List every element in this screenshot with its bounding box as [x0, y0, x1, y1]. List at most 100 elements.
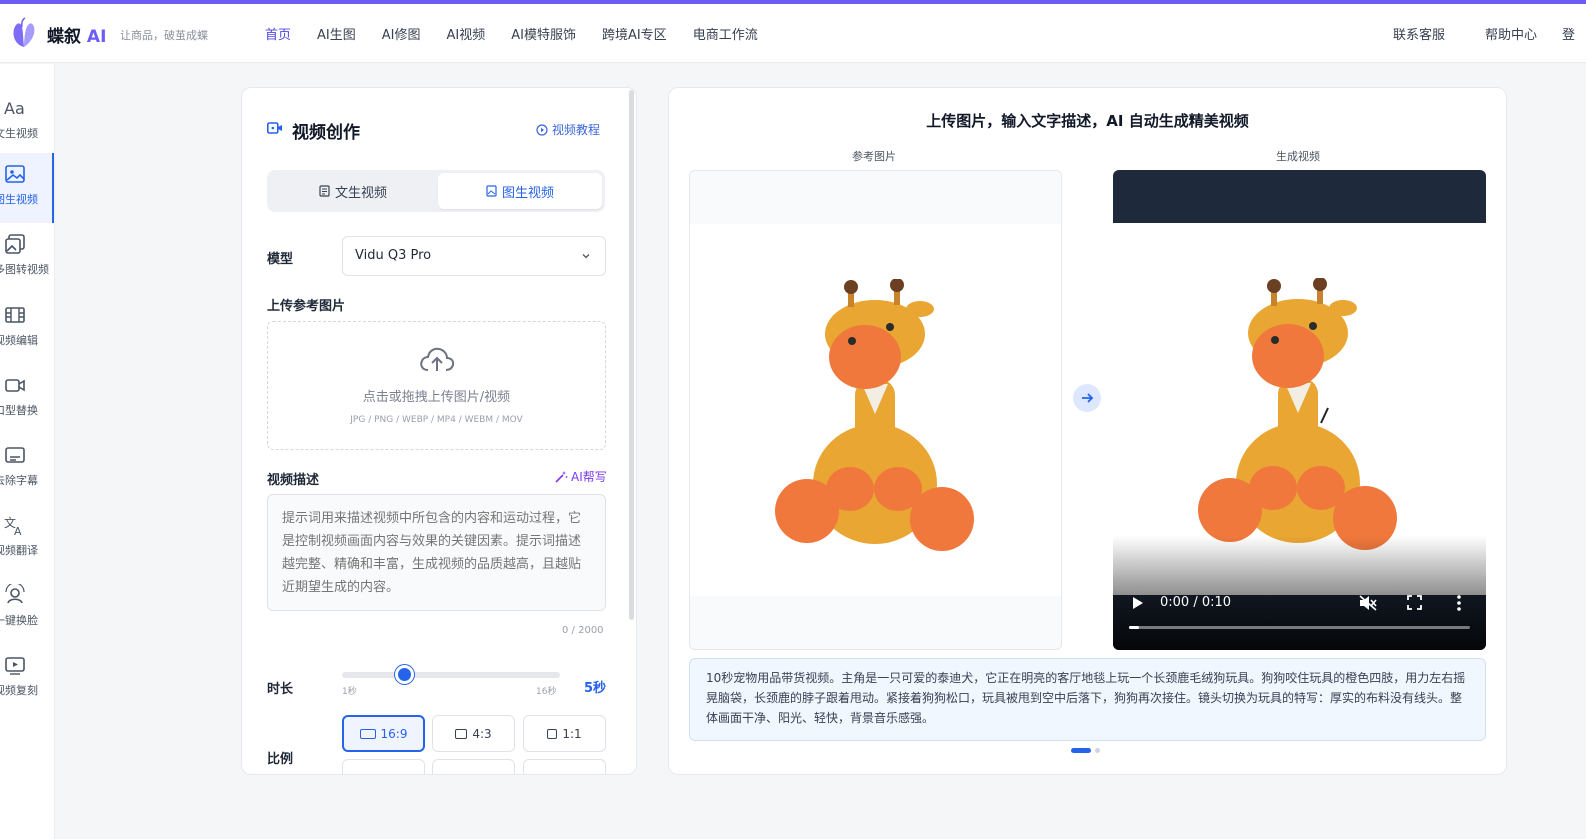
upload-dropzone[interactable]: 点击或拖拽上传图片/视频 JPG / PNG / WEBP / MP4 / WE… [267, 321, 606, 450]
model-label: 模型 [267, 252, 294, 267]
reference-image [690, 224, 1061, 596]
sidebar-item-label: 视频复刻 [0, 684, 38, 697]
carousel-indicator [1071, 748, 1100, 753]
nav-item-ai-model-apparel[interactable]: AI模特服饰 [511, 24, 576, 43]
camera-icon [5, 379, 25, 392]
nav-item-ai-retouch[interactable]: AI修图 [382, 24, 421, 43]
chevron-down-icon [582, 254, 590, 259]
ratio-4-3-button[interactable]: 4:3 [432, 715, 515, 752]
tool-sidebar: Aa 文生视频 图生视频 多图转视频 视频编辑 口型替换 去除字幕 文A 视频翻… [0, 64, 55, 839]
video-controls-shade [1113, 536, 1486, 650]
nav-item-cross-border[interactable]: 跨境AI专区 [602, 24, 667, 43]
description-label: 视频描述 [267, 473, 320, 488]
ratio-1-1-button[interactable]: 1:1 [523, 715, 606, 752]
model-select[interactable]: Vidu Q3 Pro [342, 236, 606, 276]
images-icon [5, 234, 25, 254]
model-select-value: Vidu Q3 Pro [355, 248, 432, 263]
right-nav: 联系客服 帮助中心 [1393, 24, 1537, 43]
carousel-dot-2[interactable] [1095, 748, 1100, 753]
panel-title: 视频创作 [292, 123, 360, 143]
more-vertical-icon[interactable] [1456, 594, 1462, 612]
preview-showcase: 上传图片，输入文字描述，AI 自动生成精美视频 参考图片 生成视频 0:00 /… [668, 87, 1507, 775]
duration-max-label: 16秒 [536, 687, 557, 697]
giraffe-toy-illustration [1198, 278, 1397, 550]
sidebar-item-label: 文生视频 [0, 127, 38, 140]
showcase-title: 上传图片，输入文字描述，AI 自动生成精美视频 [926, 112, 1249, 130]
upload-instruction: 点击或拖拽上传图片/视频 [362, 390, 511, 405]
sidebar-item-label: 一键换脸 [0, 614, 38, 627]
muted-speaker-icon[interactable] [1359, 595, 1377, 611]
ratio-option-button[interactable] [342, 759, 425, 774]
description-textarea[interactable] [267, 494, 606, 611]
image-icon [5, 165, 25, 183]
nav-item-ai-video[interactable]: AI视频 [446, 24, 485, 43]
reference-image-caption: 参考图片 [852, 150, 896, 163]
contact-support-link[interactable]: 联系客服 [1393, 24, 1445, 43]
upload-formats: JPG / PNG / WEBP / MP4 / WEBM / MOV [350, 415, 523, 425]
tab-text-to-video[interactable]: 文生视频 [271, 173, 435, 209]
ratio-shape-icon [455, 728, 468, 739]
ratio-option-button[interactable] [432, 759, 515, 774]
svg-text:A: A [14, 525, 22, 536]
video-progress-bar[interactable] [1129, 626, 1470, 629]
sidebar-item-lip-sync[interactable]: 口型替换 [0, 364, 54, 434]
subtitle-icon [5, 447, 25, 463]
reference-image-frame [689, 170, 1062, 650]
nav-item-ecommerce-workflow[interactable]: 电商工作流 [693, 24, 758, 43]
magic-wand-icon [555, 471, 568, 483]
video-creation-panel: 视频创作 视频教程 文生视频 图生视频 模型 Vidu Q3 Pro 上传参考图… [241, 87, 637, 775]
help-center-link[interactable]: 帮助中心 [1485, 24, 1537, 43]
carousel-dot-1[interactable] [1071, 748, 1091, 753]
login-link[interactable]: 登 [1562, 24, 1575, 43]
nav-item-home[interactable]: 首页 [265, 24, 291, 43]
ratio-option-button[interactable] [523, 759, 606, 774]
duration-label: 时长 [267, 682, 294, 697]
sidebar-item-label: 视频编辑 [0, 334, 38, 347]
brand-slogan: 让商品，破茧成蝶 [120, 29, 208, 42]
generated-video-player[interactable]: 0:00 / 0:10 [1113, 170, 1486, 650]
svg-text:Aa: Aa [4, 99, 25, 118]
arrow-right-icon[interactable] [1073, 384, 1101, 412]
sidebar-item-text-to-video[interactable]: Aa 文生视频 [0, 87, 54, 157]
sidebar-item-image-to-video[interactable]: 图生视频 [0, 153, 54, 223]
text-aa-icon: Aa [4, 99, 25, 118]
example-description: 10秒宠物用品带货视频。主角是一只可爱的泰迪犬，它正在明亮的客厅地毯上玩一个长颈… [689, 658, 1486, 741]
play-icon[interactable] [1131, 595, 1145, 611]
sidebar-item-face-swap[interactable]: 一键换脸 [0, 574, 54, 644]
giraffe-toy-illustration [775, 279, 974, 551]
ai-write-button[interactable]: AI帮写 [555, 468, 607, 485]
sidebar-item-label: 视频翻译 [0, 544, 38, 557]
sidebar-item-video-replicate[interactable]: 视频复刻 [0, 644, 54, 714]
sidebar-item-label: 图生视频 [0, 193, 38, 206]
brand-name[interactable]: 蝶叙 AI [47, 22, 106, 47]
sidebar-item-video-translate[interactable]: 文A 视频翻译 [0, 504, 54, 574]
face-swap-icon [5, 584, 25, 604]
generated-video-caption: 生成视频 [1276, 150, 1320, 163]
sidebar-item-video-edit[interactable]: 视频编辑 [0, 294, 54, 364]
mode-tabs: 文生视频 图生视频 [267, 170, 605, 212]
panel-scrollbar[interactable] [629, 90, 634, 620]
upload-label: 上传参考图片 [267, 299, 346, 314]
sidebar-item-label: 口型替换 [0, 404, 38, 417]
ratio-label: 比例 [267, 752, 294, 767]
video-tutorial-link[interactable]: 视频教程 [536, 121, 600, 138]
ratio-16-9-button[interactable]: 16:9 [342, 715, 425, 752]
sidebar-item-label: 去除字幕 [0, 474, 38, 487]
cloud-upload-icon [420, 347, 455, 371]
ratio-shape-icon [547, 728, 558, 739]
sidebar-item-remove-subtitles[interactable]: 去除字幕 [0, 434, 54, 504]
video-progress-fill [1129, 626, 1140, 629]
translate-icon: 文A [4, 515, 22, 536]
play-circle-icon [536, 123, 548, 136]
nav-item-ai-image[interactable]: AI生图 [317, 24, 356, 43]
video-replay-icon [5, 657, 25, 675]
sidebar-item-multi-image-video[interactable]: 多图转视频 [0, 223, 54, 293]
char-counter: 0 / 2000 [562, 625, 604, 636]
tab-image-to-video[interactable]: 图生视频 [438, 173, 602, 209]
butterfly-logo-icon[interactable] [10, 17, 38, 49]
fullscreen-icon[interactable] [1407, 595, 1422, 610]
video-camera-icon [267, 122, 282, 134]
image-icon [486, 185, 497, 197]
duration-slider-handle[interactable] [395, 665, 414, 684]
duration-slider-track[interactable] [342, 672, 560, 678]
